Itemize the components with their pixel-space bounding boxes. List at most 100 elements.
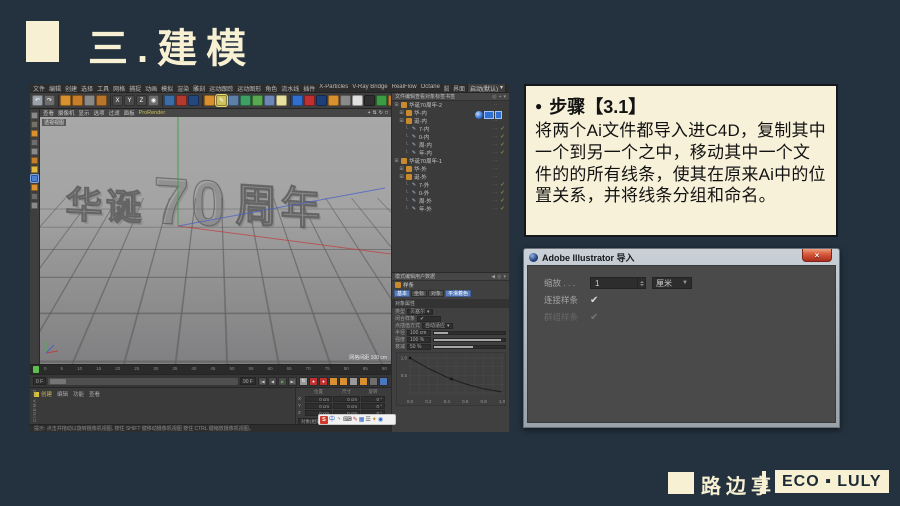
c4d-menu-item[interactable]: 模拟 [161, 84, 173, 93]
object-tree-row[interactable]: └ ✎ 年-内 ·· ✓ [392, 149, 509, 157]
c4d-menu-item[interactable]: 运动图形 [237, 84, 261, 93]
object-tree-row[interactable]: └ ✎ 年-外 ·· ✓ [392, 205, 509, 213]
object-manager-menu-item[interactable]: 书签 [445, 94, 455, 100]
c4d-menu-item[interactable]: 编辑 [49, 84, 61, 93]
keyframe-button[interactable] [369, 376, 378, 386]
attribute-corner-icon[interactable]: ◎ [497, 274, 501, 280]
viewport-menu-item[interactable]: 面板 [124, 109, 135, 117]
transport-button[interactable]: ▶| [288, 376, 297, 386]
object-tree-row[interactable]: ⊞ 华-外 ·· [392, 165, 509, 173]
toolbar-cube-icon[interactable] [204, 95, 215, 106]
toolbar-material-gray-icon[interactable] [340, 95, 351, 106]
lefttool-polygons-icon[interactable] [31, 139, 38, 146]
attribute-value[interactable]: ✔ [417, 315, 442, 322]
close-button[interactable]: × [802, 249, 832, 262]
c4d-menu-item[interactable]: 捕捉 [129, 84, 141, 93]
enabled-check-icon[interactable]: ✓ [499, 126, 506, 132]
ime-icon[interactable]: 丶 [336, 417, 342, 423]
viewport-menu-item[interactable]: 选项 [94, 109, 105, 117]
viewport-menu-item[interactable]: 显示 [79, 109, 90, 117]
object-manager-menu-item[interactable]: 编辑 [405, 94, 415, 100]
viewport-menu-item[interactable]: 摄像机 [58, 109, 75, 117]
c4d-menu-item[interactable]: RealFlow [392, 84, 417, 92]
transport-button[interactable]: ◀ [268, 376, 277, 386]
object-tree-row[interactable]: └ ✎ 0-外 ·· ✓ [392, 189, 509, 197]
ime-icon[interactable]: ⌨ [343, 417, 352, 423]
coords-value-field[interactable]: 0 cm [305, 403, 332, 409]
c4d-menu-item[interactable]: 文件 [33, 84, 45, 93]
viewport-menu-item[interactable]: 查看 [43, 109, 54, 117]
coords-value-field[interactable]: 0 cm [333, 396, 360, 402]
c4d-menu-item[interactable]: 流水线 [281, 84, 299, 93]
viewport-nav-icon[interactable]: ↻ [379, 110, 383, 116]
toolbar-subdivision-icon[interactable] [240, 95, 251, 106]
attribute-manager-corner-icons[interactable]: ◀ ◎ ▾ [491, 274, 506, 280]
toolbar-undo-icon[interactable]: ↶ [32, 95, 43, 106]
material-menu-item[interactable]: 编辑 [57, 390, 68, 398]
enabled-check-icon[interactable]: ✓ [499, 142, 506, 148]
layer-dots-icon[interactable]: ·· [494, 182, 497, 188]
toolbar-redo-icon[interactable]: ↷ [44, 95, 55, 106]
object-manager-corner-icon[interactable]: ◎ [492, 94, 496, 100]
lefttool-points-icon[interactable] [31, 148, 38, 155]
object-tree-row[interactable]: └ ✎ 周-内 ·· ✓ [392, 141, 509, 149]
viewport-menu-item[interactable]: 过滤 [109, 109, 120, 117]
ime-toolbar[interactable]: S 中丶 ⌨ ✎ ▦ ☰ ✦ ◉ [318, 414, 396, 425]
timeline-playhead[interactable] [33, 366, 39, 373]
toolbar-light-icon[interactable] [276, 95, 287, 106]
attribute-value[interactable]: 贝塞尔 ▾ [407, 308, 433, 315]
expand-icon[interactable]: ⊞ [399, 110, 404, 116]
toolbar-rotate-icon[interactable] [84, 95, 95, 106]
layer-dots-icon[interactable]: ·· [494, 126, 497, 132]
toolbar-lock-y-icon[interactable]: Y [124, 95, 135, 106]
expand-icon[interactable]: ⊞ [399, 118, 404, 124]
object-tree-row[interactable]: └ ✎ 周-外 ·· ✓ [392, 197, 509, 205]
layer-dots-icon[interactable]: ·· [494, 190, 497, 196]
attribute-corner-icon[interactable]: ◀ [491, 274, 495, 280]
expand-icon[interactable]: ⊞ [394, 102, 399, 108]
keyframe-button[interactable] [349, 376, 358, 386]
ime-icon[interactable]: ✦ [372, 417, 377, 423]
toolbar-spline-icon[interactable] [228, 95, 239, 106]
enabled-check-icon[interactable]: ✓ [499, 206, 506, 212]
transport-button[interactable]: |◀ [258, 376, 267, 386]
toolbar-camera-icon[interactable] [264, 95, 275, 106]
layer-dots-icon[interactable]: ·· [494, 134, 497, 140]
end-frame-field[interactable]: 90 F [239, 377, 256, 385]
c4d-menu-item[interactable]: 选择 [81, 84, 93, 93]
slider-track[interactable] [433, 337, 506, 342]
c4d-menu-item[interactable]: V-Ray Bridge [352, 84, 387, 92]
layout-dropdown[interactable]: 启动(默认) ▾ [466, 84, 506, 92]
object-manager-corner-icon[interactable]: ▾ [503, 94, 506, 100]
lefttool-edges-icon[interactable] [31, 157, 38, 164]
object-manager-corner-icons[interactable]: ◎ + ▾ [492, 94, 506, 100]
enabled-check-icon[interactable]: ✓ [499, 134, 506, 140]
toolbar-material-orange-icon[interactable] [328, 95, 339, 106]
expand-icon[interactable]: ⊞ [399, 166, 404, 172]
object-manager-menu-item[interactable]: 文件 [395, 94, 405, 100]
object-tree-row[interactable]: └ ✎ 7-外 ·· ✓ [392, 181, 509, 189]
layer-dots-icon[interactable]: ·· [494, 158, 497, 164]
coords-value-field[interactable]: 0 ° [361, 403, 385, 409]
keyframe-button[interactable]: ● [309, 376, 318, 386]
timeline-slider[interactable] [48, 377, 238, 385]
object-tree-row[interactable]: ⊞ 华诞70周年-2 ·· [392, 101, 509, 109]
c4d-menu-item[interactable]: 工具 [97, 84, 109, 93]
enabled-check-icon[interactable]: ✓ [499, 182, 506, 188]
attribute-menu-item[interactable]: 模式 [395, 274, 405, 280]
lefttool-live-select-icon[interactable] [31, 130, 38, 137]
viewport-menu-prorender[interactable]: ProRender [139, 110, 166, 116]
attribute-menu-item[interactable]: 用户数据 [415, 274, 435, 280]
toolbar-render-settings-icon[interactable] [188, 95, 199, 106]
slider-value[interactable]: 100 cm [407, 329, 432, 336]
material-menu-item[interactable]: 查看 [89, 390, 100, 398]
layer-dots-icon[interactable]: ·· [494, 198, 497, 204]
layer-dots-icon[interactable]: ·· [494, 102, 497, 108]
lefttool-texture-icon[interactable] [31, 184, 38, 191]
toolbar-move-icon[interactable] [60, 95, 71, 106]
object-tree-row[interactable]: ⊞ 诞-外 ·· [392, 173, 509, 181]
toolbar-sphere-blue-icon[interactable] [292, 95, 303, 106]
spinner-icon[interactable] [637, 278, 645, 288]
ime-icon[interactable]: ▦ [359, 417, 365, 423]
current-frame-field[interactable]: 0 F [33, 377, 47, 385]
